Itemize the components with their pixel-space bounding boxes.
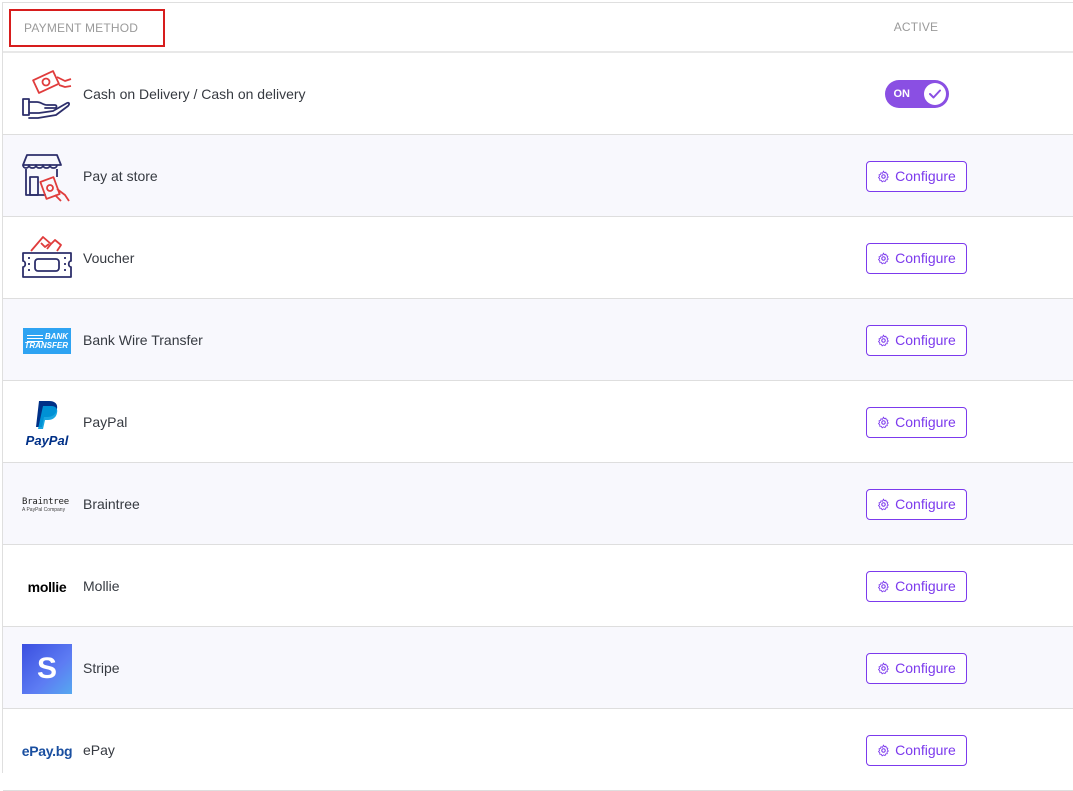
payment-method-name: Mollie: [83, 578, 120, 594]
payment-method-name: Braintree: [83, 496, 140, 512]
payment-method-name: PayPal: [83, 414, 128, 430]
configure-button[interactable]: Configure: [866, 406, 967, 438]
toggle-state-label: ON: [893, 88, 911, 100]
active-cell: Configure: [866, 545, 967, 627]
gear-icon: [877, 252, 890, 265]
configure-button[interactable]: Configure: [866, 324, 967, 356]
epay-logo: ePay.bg: [21, 725, 73, 777]
table-row-epay: ePay.bg ePay Configure: [3, 709, 1073, 791]
configure-button[interactable]: Configure: [866, 160, 967, 192]
active-cell: Configure: [866, 135, 967, 217]
table-row-mollie: mollie Mollie Configure: [3, 545, 1073, 627]
gear-icon: [877, 170, 890, 183]
configure-button[interactable]: Configure: [866, 242, 967, 274]
cash-on-delivery-icon: [21, 69, 73, 121]
table-row-stripe: S Stripe Configure: [3, 627, 1073, 709]
gear-icon: [877, 744, 890, 757]
payment-method-name: Voucher: [83, 250, 135, 266]
mollie-wordmark: mollie: [27, 579, 67, 595]
payment-method-column-header: PAYMENT METHOD: [9, 9, 165, 47]
active-cell: Configure: [866, 217, 967, 299]
check-icon: [923, 83, 946, 105]
braintree-wordmark: Braintree: [22, 497, 69, 507]
configure-button[interactable]: Configure: [866, 734, 967, 766]
voucher-icon: [21, 233, 73, 285]
active-cell: Configure: [866, 463, 967, 545]
configure-button[interactable]: Configure: [866, 570, 967, 602]
table-header: PAYMENT METHOD ACTIVE: [3, 3, 1073, 53]
epay-wordmark: ePay.bg: [21, 743, 73, 759]
table-row-paypal: PayPal PayPal Configure: [3, 381, 1073, 463]
configure-label: Configure: [895, 168, 956, 184]
active-toggle[interactable]: ON: [884, 80, 949, 108]
mollie-logo: mollie: [21, 561, 73, 613]
active-column-header: ACTIVE: [893, 20, 939, 34]
configure-label: Configure: [895, 332, 956, 348]
table-row-voucher: Voucher Configure: [3, 217, 1073, 299]
table-row-pay-at-store: Pay at store Configure: [3, 135, 1073, 217]
payment-method-name: Bank Wire Transfer: [83, 332, 203, 348]
payment-method-name: ePay: [83, 742, 115, 758]
stripe-mark: S: [22, 644, 72, 694]
paypal-logo: PayPal: [21, 397, 73, 449]
table-row-braintree: Braintree A PayPal Company Braintree Con…: [3, 463, 1073, 545]
configure-label: Configure: [895, 578, 956, 594]
bank-logo-text-1: BANK: [44, 332, 68, 341]
payment-method-name: Pay at store: [83, 168, 158, 184]
gear-icon: [877, 334, 890, 347]
configure-button[interactable]: Configure: [866, 652, 967, 684]
payment-method-name: Cash on Delivery / Cash on delivery: [83, 86, 306, 102]
configure-label: Configure: [895, 414, 956, 430]
gear-icon: [877, 416, 890, 429]
table-row-bank-wire-transfer: BANK TRANSFER Bank Wire Transfer Configu…: [3, 299, 1073, 381]
configure-label: Configure: [895, 742, 956, 758]
configure-label: Configure: [895, 250, 956, 266]
gear-icon: [877, 498, 890, 511]
active-cell: Configure: [866, 627, 967, 709]
bank-transfer-logo: BANK TRANSFER: [21, 315, 73, 367]
configure-label: Configure: [895, 496, 956, 512]
active-cell: Configure: [866, 381, 967, 463]
configure-button[interactable]: Configure: [866, 488, 967, 520]
payment-methods-table: PAYMENT METHOD ACTIVE Cash on Delivery /…: [2, 2, 1073, 791]
payment-method-name: Stripe: [83, 660, 120, 676]
braintree-subtext: A PayPal Company: [22, 507, 66, 513]
gear-icon: [877, 662, 890, 675]
active-cell: ON: [866, 53, 967, 135]
table-row-cash-on-delivery: Cash on Delivery / Cash on delivery ON: [3, 53, 1073, 135]
active-cell: Configure: [866, 299, 967, 381]
configure-label: Configure: [895, 660, 956, 676]
paypal-wordmark: PayPal: [25, 432, 69, 448]
braintree-logo: Braintree A PayPal Company: [21, 479, 73, 531]
active-cell: Configure: [866, 709, 967, 791]
gear-icon: [877, 580, 890, 593]
store-icon: [21, 151, 73, 203]
stripe-logo: S: [21, 643, 73, 695]
